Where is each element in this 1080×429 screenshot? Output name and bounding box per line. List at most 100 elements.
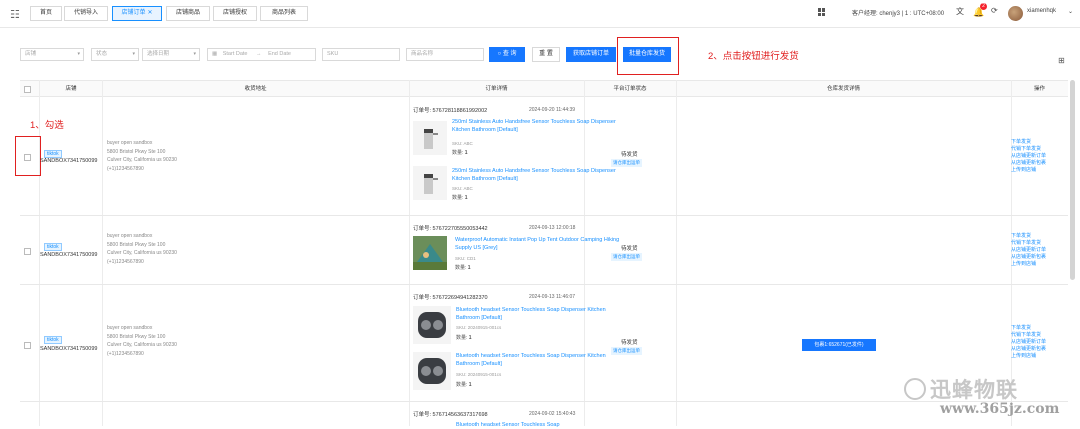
product-sku: SKU: 20240915-001cs — [456, 325, 501, 330]
close-icon[interactable]: ✕ — [147, 10, 152, 16]
action-update-package[interactable]: 从店铺更新包裹 — [1011, 160, 1046, 167]
product-title-link[interactable]: Bluetooth headset Sensor Touchless Soap — [456, 421, 628, 429]
address-line: buyer open sandbox — [107, 324, 177, 333]
product-qty: 数量: 1 — [456, 381, 472, 388]
tab-home[interactable]: 首页 — [30, 6, 62, 21]
platform-tag: tiktok — [44, 150, 62, 158]
chevron-down-icon: ▾ — [132, 49, 135, 60]
vertical-scrollbar[interactable] — [1070, 80, 1075, 280]
shipping-address: buyer open sandbox 5800 Bristol Pkwy Ste… — [107, 139, 177, 173]
apps-grid-icon[interactable] — [818, 8, 826, 16]
action-update-order[interactable]: 从店铺更新订单 — [1011, 153, 1046, 160]
order-number: 订单号: 576728118861992002 — [413, 106, 487, 114]
order-number: 订单号: 576722694941282370 — [413, 293, 488, 301]
button-label: 查 询 — [503, 51, 517, 57]
action-upload[interactable]: 上传到店铺 — [1011, 353, 1046, 360]
select-all-checkbox[interactable] — [24, 86, 31, 93]
username[interactable]: xiamenhqk — [1027, 8, 1056, 14]
tab-shop-products[interactable]: 店铺商品 — [166, 6, 210, 21]
tab-product-list[interactable]: 商品列表 — [260, 6, 308, 21]
date-type-select[interactable]: 选择日期▾ — [142, 48, 200, 61]
order-number: 订单号: 576714563637317698 — [413, 410, 488, 418]
product-thumbnail — [413, 236, 447, 270]
sku-input[interactable]: SKU — [322, 48, 400, 61]
watermark-url: www.365jz.com — [940, 401, 1059, 417]
product-title-link[interactable]: 250ml Stainless Auto Handsfree Sensor To… — [452, 167, 624, 183]
product-qty: 数量: 1 — [452, 194, 468, 201]
header-platform-status: 平台订单状态 — [584, 81, 676, 97]
product-thumbnail — [413, 306, 451, 344]
action-update-order[interactable]: 从店铺更新订单 — [1011, 339, 1046, 346]
qty-value: 1 — [468, 265, 471, 271]
highlight-box — [15, 136, 41, 176]
tab-label: 代销导入 — [74, 10, 98, 16]
tab-shop-orders[interactable]: 店铺订单✕ — [112, 6, 162, 21]
row-checkbox[interactable] — [24, 342, 31, 349]
product-title-link[interactable]: 250ml Stainless Auto Handsfree Sensor To… — [452, 118, 624, 134]
search-button[interactable]: ○ 查 询 — [489, 47, 525, 62]
tab-shop-auth[interactable]: 店铺授权 — [213, 6, 257, 21]
highlight-box — [617, 37, 679, 75]
refresh-icon[interactable]: ⟳ — [991, 6, 998, 15]
address-line: (+1)1234567890 — [107, 165, 177, 174]
request-waybill-button[interactable]: 请仓库出运单 — [611, 253, 642, 261]
product-title-link[interactable]: Bluetooth headset Sensor Touchless Soap … — [456, 352, 628, 368]
action-dropship[interactable]: 代销下单发货 — [1011, 332, 1046, 339]
top-bar: ☷ 首页 代销导入 店铺订单✕ 店铺商品 店铺授权 商品列表 客户经理: che… — [0, 0, 1080, 28]
chevron-down-icon[interactable]: ⌄ — [1068, 8, 1073, 15]
table-header: 店铺 收货地址 订单详情 平台订单状态 仓库发货详情 操作 — [20, 80, 1068, 97]
reset-button[interactable]: 重 置 — [532, 47, 560, 62]
input-placeholder: SKU — [327, 51, 338, 57]
shipping-address: buyer open sandbox 5800 Bristol Pkwy Ste… — [107, 324, 177, 358]
action-upload[interactable]: 上传到店铺 — [1011, 167, 1046, 174]
action-upload[interactable]: 上传到店铺 — [1011, 261, 1046, 268]
product-sku: SKU: ABC — [452, 186, 473, 191]
calendar-icon: ▦ — [212, 51, 217, 57]
column-settings-icon[interactable]: ⊞ — [1058, 56, 1065, 65]
action-update-package[interactable]: 从店铺更新包裹 — [1011, 346, 1046, 353]
action-dropship[interactable]: 代销下单发货 — [1011, 146, 1046, 153]
end-date: End Date — [268, 51, 291, 57]
action-update-package[interactable]: 从店铺更新包裹 — [1011, 254, 1046, 261]
date-range-input[interactable]: ▦ Start Date → End Date — [207, 48, 316, 61]
qty-label: 数量: — [452, 150, 465, 156]
qty-label: 数量: — [452, 195, 465, 201]
qty-label: 数量: — [456, 382, 469, 388]
order-date: 2024-09-13 12:00:18 — [529, 225, 575, 231]
action-ship[interactable]: 下单发货 — [1011, 325, 1046, 332]
product-sku: SKU: 20240915-001cs — [456, 372, 501, 377]
product-qty: 数量: 1 — [456, 334, 472, 341]
request-waybill-button[interactable]: 请仓库出运单 — [611, 159, 642, 167]
address-line: Culver City, California us 90230 — [107, 156, 177, 165]
start-date: Start Date — [223, 51, 248, 57]
request-waybill-button[interactable]: 请仓库出运单 — [611, 347, 642, 355]
product-name-input[interactable]: 商品名称 — [406, 48, 484, 61]
action-ship[interactable]: 下单发货 — [1011, 139, 1046, 146]
status-select[interactable]: 状态▾ — [91, 48, 139, 61]
table-row — [20, 97, 1068, 216]
product-title-link[interactable]: Waterproof Automatic Instant Pop Up Tent… — [455, 236, 627, 252]
row-checkbox[interactable] — [24, 248, 31, 255]
action-update-order[interactable]: 从店铺更新订单 — [1011, 247, 1046, 254]
product-sku: SKU: ABC — [452, 141, 473, 146]
annotation-step1: 1、勾选 — [30, 117, 64, 131]
product-thumbnail — [413, 121, 447, 155]
order-date: 2024-09-13 11:46:07 — [529, 294, 575, 300]
header-address: 收货地址 — [102, 81, 409, 97]
product-title-link[interactable]: Bluetooth headset Sensor Touchless Soap … — [456, 306, 628, 322]
action-dropship[interactable]: 代销下单发货 — [1011, 240, 1046, 247]
shop-name: SANDBOX7341750099 — [40, 346, 97, 352]
package-status-button[interactable]: 包裹1:652671(已发件) — [802, 339, 876, 351]
translate-icon[interactable]: 文 — [956, 6, 964, 17]
shop-select[interactable]: 店铺▾ — [20, 48, 84, 61]
customer-manager-label: 客户经理: chenjy3 | 1 : UTC+08:00 — [852, 8, 944, 17]
tab-dropship-import[interactable]: 代销导入 — [64, 6, 108, 21]
fetch-shop-orders-button[interactable]: 获取店铺订单 — [566, 47, 616, 62]
select-placeholder: 店铺 — [25, 51, 36, 57]
address-line: 5800 Bristol Pkwy Ste 100 — [107, 241, 177, 250]
shop-name: SANDBOX7341750099 — [40, 158, 97, 164]
menu-toggle-icon[interactable]: ☷ — [10, 8, 20, 21]
action-ship[interactable]: 下单发货 — [1011, 233, 1046, 240]
avatar[interactable] — [1008, 6, 1023, 21]
order-status: 待发货 — [621, 338, 638, 346]
